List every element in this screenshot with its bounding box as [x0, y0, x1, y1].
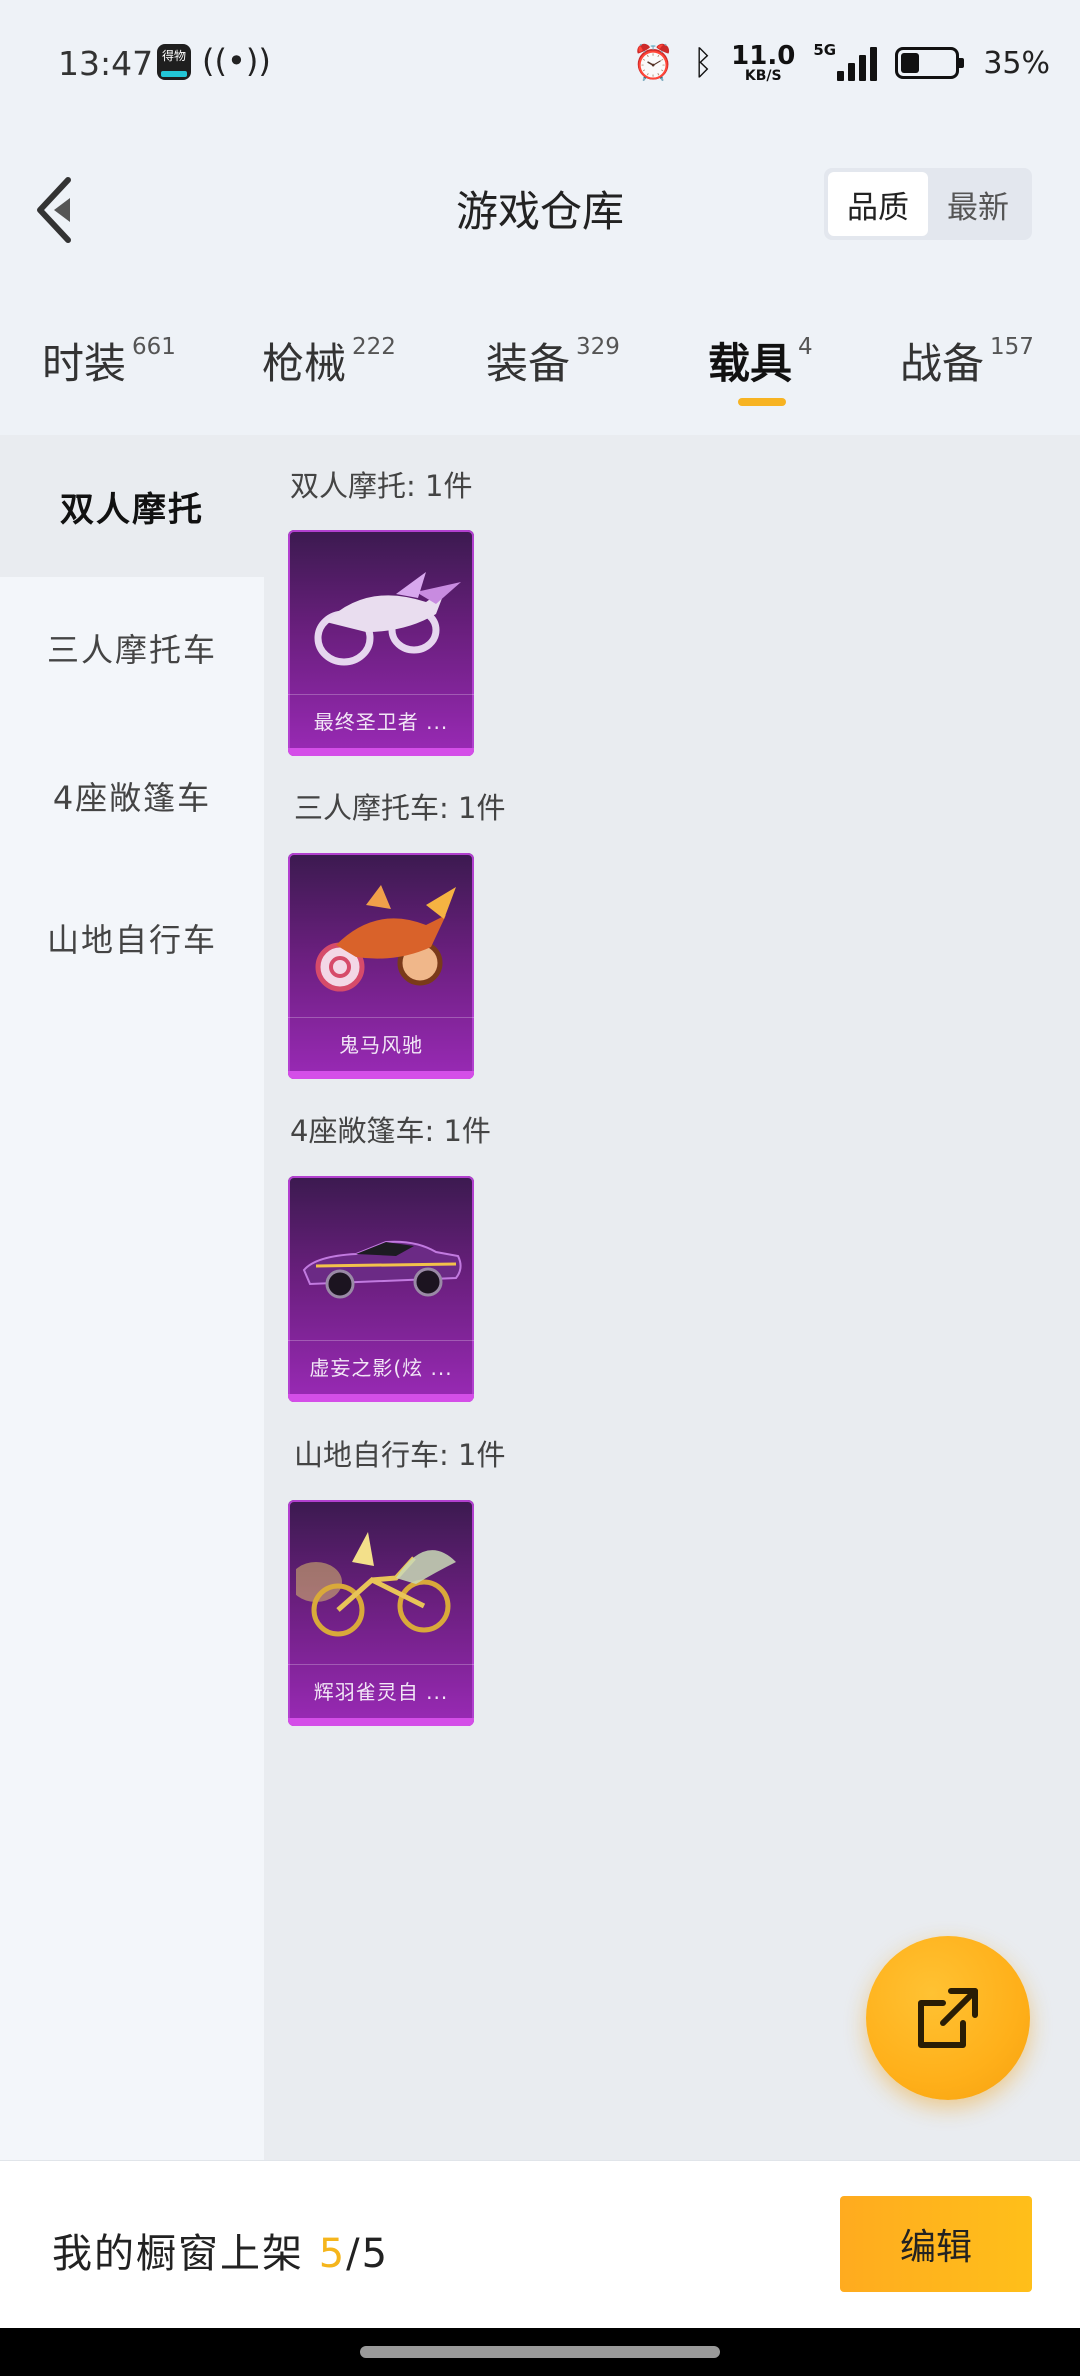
item-list: 双人摩托: 1件 最终圣卫者 ... 三人摩托车: 1件 鬼马风驰 4座敞篷车:… — [264, 435, 1080, 2160]
item-label-strip: 辉羽雀灵自 ... — [288, 1664, 474, 1716]
motorcycle-image — [314, 572, 461, 666]
status-bar: 13:47 得物 ((•)) ⏰ ᛒ 11.0 KB/S 5G 35% — [0, 0, 1080, 130]
item-card[interactable]: 虚妄之影(炫 ... — [288, 1176, 474, 1402]
page-header: 游戏仓库 品质 最新 — [0, 130, 1080, 280]
tab-combat-gear[interactable]: 战备 157 — [900, 330, 1034, 391]
item-label-strip: 最终圣卫者 ... — [288, 694, 474, 746]
bluetooth-icon: ᛒ — [692, 43, 714, 83]
sidebar-item-three-seat-motorcycle[interactable]: 三人摩托车 — [0, 577, 264, 719]
network-speed: 11.0 KB/S — [731, 43, 795, 83]
status-time: 13:47 — [58, 44, 154, 83]
tab-vehicles[interactable]: 载具 4 — [708, 330, 813, 391]
item-card[interactable]: 辉羽雀灵自 ... — [288, 1500, 474, 1726]
convertible-car-image — [302, 1240, 462, 1299]
item-card[interactable]: 最终圣卫者 ... — [288, 530, 474, 756]
active-tab-indicator — [738, 398, 786, 406]
showcase-status: 我的橱窗上架 5/5 — [52, 2221, 389, 2279]
showcase-prefix: 我的橱窗上架 — [52, 2231, 319, 2277]
tab-count: 222 — [352, 334, 396, 360]
sort-newest-option[interactable]: 最新 — [928, 172, 1028, 236]
battery-icon — [895, 47, 965, 79]
tab-label: 时装 — [42, 339, 127, 388]
mountain-bike-image — [296, 1532, 456, 1637]
section-title: 双人摩托: 1件 — [290, 469, 473, 503]
network-speed-unit: KB/S — [744, 68, 782, 84]
tab-label: 载具 — [708, 339, 793, 388]
tab-equipment[interactable]: 装备 329 — [486, 330, 620, 391]
status-right-group: ⏰ ᛒ 11.0 KB/S 5G 35% — [632, 38, 1050, 88]
alarm-icon: ⏰ — [632, 43, 675, 83]
item-name: 虚妄之影(炫 ... — [309, 1356, 453, 1380]
share-external-icon — [918, 1988, 978, 2048]
tab-guns[interactable]: 枪械 222 — [262, 330, 396, 391]
category-tabs: 时装 661 枪械 222 装备 329 载具 4 战备 157 — [0, 290, 1080, 420]
section-title: 三人摩托车: 1件 — [294, 791, 506, 825]
battery-percent: 35% — [983, 45, 1050, 81]
showcase-bar: 我的橱窗上架 5/5 编辑 — [0, 2160, 1080, 2328]
sidebar-item-mountain-bike[interactable]: 山地自行车 — [0, 867, 264, 1009]
tab-label: 装备 — [486, 339, 571, 388]
edit-button[interactable]: 编辑 — [840, 2196, 1032, 2292]
tab-label: 战备 — [900, 339, 985, 388]
sort-toggle: 品质 最新 — [824, 168, 1032, 240]
tab-fashion[interactable]: 时装 661 — [42, 330, 176, 391]
app-notification-icon: 得物 — [157, 44, 191, 80]
subcategory-sidebar: 双人摩托 三人摩托车 4座敞篷车 山地自行车 — [0, 435, 264, 2160]
item-card[interactable]: 鬼马风驰 — [288, 853, 474, 1079]
hotspot-icon: ((•)) — [202, 42, 271, 80]
network-speed-value: 11.0 — [731, 41, 796, 71]
item-label-strip: 鬼马风驰 — [288, 1017, 474, 1069]
tab-count: 661 — [132, 334, 176, 360]
showcase-total: /5 — [346, 2231, 390, 2277]
motorcycle-image — [315, 885, 456, 992]
sidebar-item-two-seat-motorcycle[interactable]: 双人摩托 — [0, 435, 264, 577]
item-name: 辉羽雀灵自 ... — [313, 1680, 449, 1704]
system-navigation-bar — [0, 2328, 1080, 2376]
item-label-strip: 虚妄之影(炫 ... — [288, 1340, 474, 1392]
share-button[interactable] — [866, 1936, 1030, 2100]
network-type: 5G — [813, 41, 837, 59]
item-name: 最终圣卫者 ... — [313, 710, 449, 734]
showcase-current-count: 5 — [318, 2231, 347, 2277]
section-title: 山地自行车: 1件 — [294, 1438, 506, 1472]
sidebar-item-convertible[interactable]: 4座敞篷车 — [0, 725, 264, 867]
tab-count: 157 — [990, 334, 1034, 360]
tab-count: 329 — [576, 334, 620, 360]
item-name: 鬼马风驰 — [339, 1033, 423, 1057]
sort-quality-option[interactable]: 品质 — [828, 172, 928, 236]
tab-label: 枪械 — [262, 339, 347, 388]
section-title: 4座敞篷车: 1件 — [290, 1114, 491, 1148]
signal-icon: 5G — [813, 41, 878, 81]
tab-count: 4 — [798, 334, 813, 360]
home-gesture-handle[interactable] — [360, 2346, 720, 2358]
